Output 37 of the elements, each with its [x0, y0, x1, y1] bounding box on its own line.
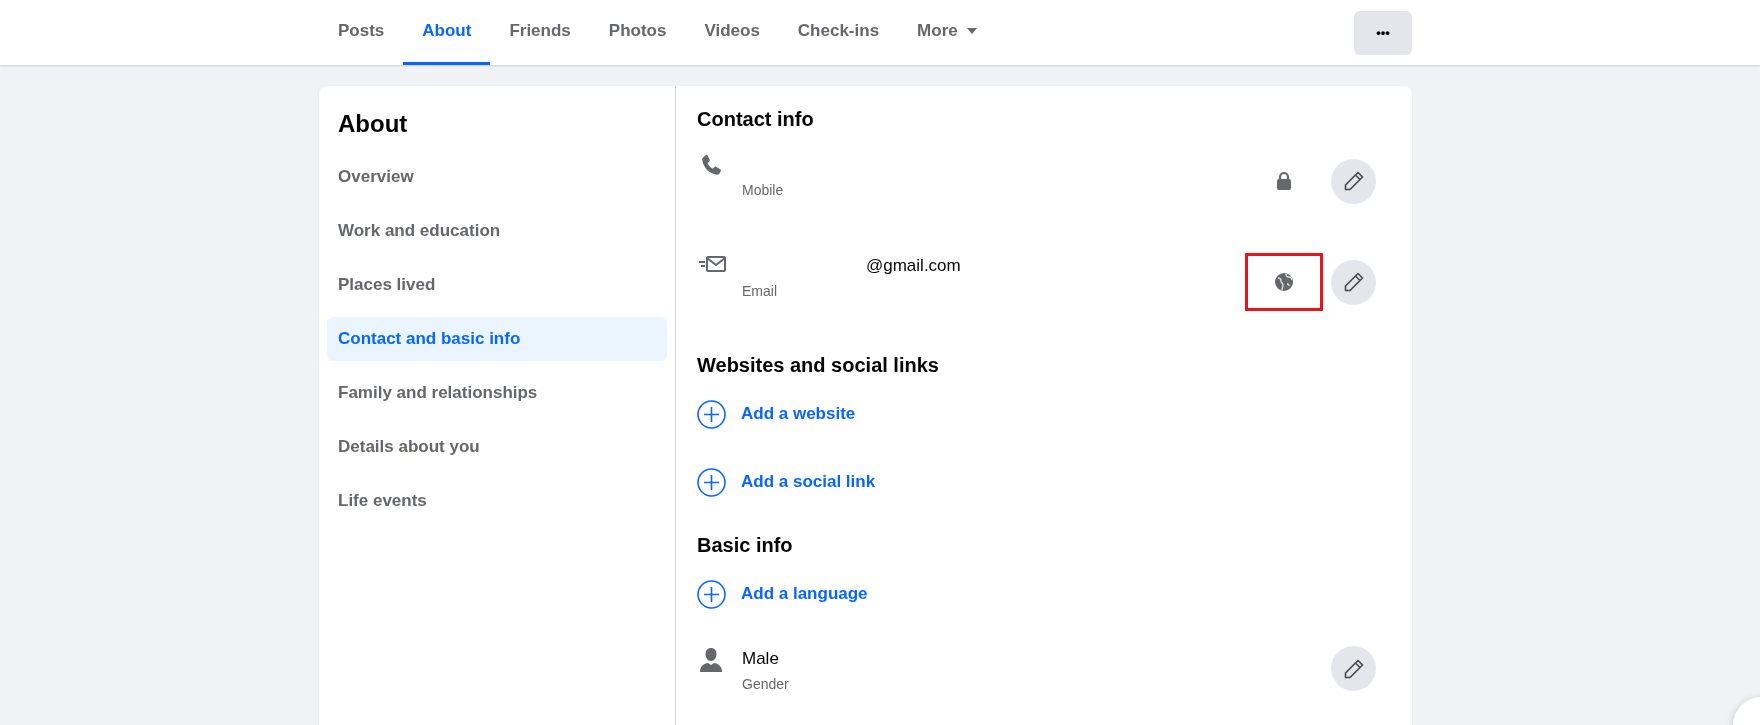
edit-button[interactable]: [1331, 646, 1376, 691]
sidebar-title: About: [337, 109, 409, 139]
lock-icon[interactable]: [1275, 171, 1293, 191]
envelope-icon: [697, 253, 727, 275]
sidebar-item[interactable]: Life events: [327, 479, 667, 523]
plus-circle-icon[interactable]: [697, 467, 726, 497]
info-label: Email: [742, 282, 778, 301]
sidebar-item[interactable]: Contact and basic info: [327, 317, 667, 361]
info-value: Male: [742, 648, 779, 670]
plus-circle-icon[interactable]: [697, 579, 726, 609]
sidebar-item[interactable]: Overview: [327, 155, 667, 199]
profile-tab[interactable]: Photos: [589, 0, 686, 65]
sidebar-item[interactable]: Details about you: [327, 425, 667, 469]
sidebar-item[interactable]: Work and education: [327, 209, 667, 253]
section-heading: Websites and social links: [697, 353, 940, 378]
add-link[interactable]: Add a social link: [741, 469, 876, 495]
info-value: @gmail.com: [866, 255, 961, 277]
sidebar-item[interactable]: Places lived: [327, 263, 667, 307]
plus-circle-icon[interactable]: [697, 399, 726, 429]
add-link[interactable]: Add a language: [741, 581, 868, 607]
section-heading: Basic info: [697, 533, 794, 558]
person-icon: [697, 646, 725, 674]
more-options-button[interactable]: •••: [1354, 10, 1412, 55]
section-heading: Contact info: [697, 107, 815, 132]
profile-tab[interactable]: Check-ins: [778, 0, 899, 65]
globe-icon[interactable]: [1274, 272, 1294, 292]
info-label: Mobile: [742, 181, 785, 200]
profile-tab[interactable]: About: [403, 0, 491, 65]
edit-button[interactable]: [1331, 158, 1376, 204]
profile-tab[interactable]: Posts: [319, 0, 404, 65]
profile-tab[interactable]: Friends: [490, 0, 590, 65]
info-label: Gender: [742, 675, 790, 694]
profile-tab[interactable]: More: [898, 0, 997, 65]
edit-button[interactable]: [1331, 259, 1376, 305]
add-link[interactable]: Add a website: [741, 401, 856, 427]
profile-tab[interactable]: Videos: [685, 0, 779, 65]
sidebar-item[interactable]: Family and relationships: [327, 371, 667, 415]
